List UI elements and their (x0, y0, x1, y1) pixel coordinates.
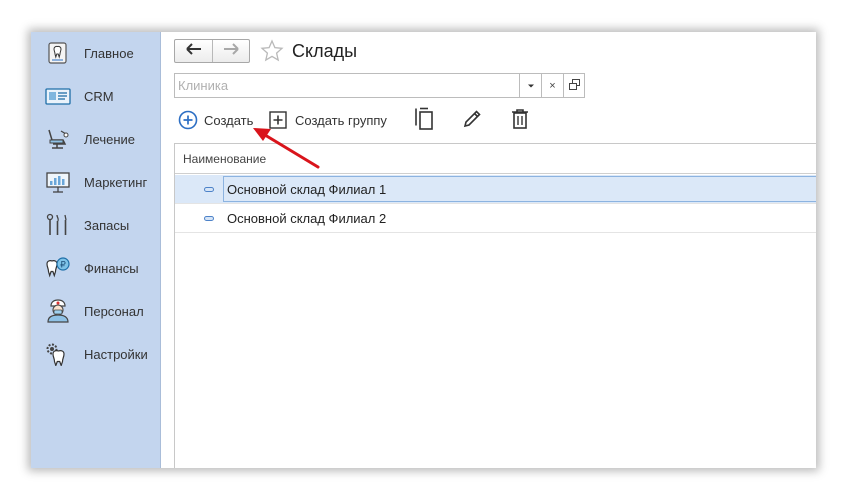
sidebar-item-stock[interactable]: Запасы (31, 208, 161, 242)
copy-button[interactable] (414, 107, 436, 134)
table-row[interactable]: Основной склад Филиал 2 (175, 204, 816, 233)
sidebar-item-label: Главное (84, 46, 134, 61)
create-group-button[interactable]: Создать группу (269, 108, 387, 132)
sidebar-item-finance[interactable]: ₽ Финансы (31, 251, 161, 285)
app-window: Главное CRM Лечение Маркетинг Запасы ₽ Ф… (31, 32, 816, 468)
arrow-left-icon (185, 42, 202, 60)
row-name: Основной склад Филиал 1 (227, 182, 387, 197)
create-button[interactable]: Создать (178, 108, 253, 132)
copy-icon (414, 107, 436, 134)
table-header: Наименование (175, 144, 816, 174)
tooth-gear-icon (45, 342, 71, 368)
page-title: Склады (292, 41, 358, 61)
sidebar-item-settings[interactable]: Настройки (31, 337, 161, 371)
sidebar: Главное CRM Лечение Маркетинг Запасы ₽ Ф… (31, 32, 161, 468)
chevron-down-icon (527, 80, 535, 92)
forward-button[interactable] (212, 40, 249, 62)
clinic-filter-field: × (174, 73, 585, 98)
create-label: Создать (204, 112, 254, 128)
sidebar-item-staff[interactable]: Персонал (31, 294, 161, 328)
clear-button[interactable]: × (541, 74, 563, 97)
item-icon (204, 216, 214, 221)
close-icon: × (549, 79, 556, 92)
clinic-input[interactable] (176, 75, 518, 96)
id-card-icon (45, 84, 71, 108)
pencil-icon (461, 108, 483, 133)
sidebar-item-label: Лечение (84, 132, 136, 147)
table-row[interactable]: Основной склад Филиал 1 (175, 175, 816, 204)
delete-button[interactable] (510, 108, 530, 132)
item-icon (204, 187, 214, 192)
column-header-name[interactable]: Наименование (183, 152, 266, 166)
sidebar-item-label: CRM (84, 89, 114, 104)
sidebar-item-label: Настройки (84, 347, 148, 362)
sidebar-item-label: Финансы (84, 261, 139, 276)
sidebar-item-label: Маркетинг (84, 175, 148, 190)
plus-square-icon (269, 111, 287, 129)
back-button[interactable] (175, 40, 212, 62)
sidebar-item-label: Персонал (84, 304, 144, 319)
star-outline-icon[interactable] (260, 39, 284, 68)
presentation-board-icon (45, 170, 71, 194)
open-button[interactable] (563, 74, 585, 97)
sidebar-item-treatment[interactable]: Лечение (31, 122, 161, 156)
plus-circle-icon (178, 110, 198, 130)
edit-button[interactable] (461, 108, 483, 132)
dropdown-button[interactable] (519, 74, 541, 97)
row-name: Основной склад Филиал 2 (227, 211, 387, 226)
tooth-ruble-icon: ₽ (45, 256, 71, 280)
tooth-badge-icon (45, 41, 71, 65)
history-navigation (174, 39, 250, 63)
sidebar-item-crm[interactable]: CRM (31, 79, 161, 113)
trash-icon (510, 108, 530, 133)
sidebar-item-label: Запасы (84, 218, 130, 233)
sidebar-item-marketing[interactable]: Маркетинг (31, 165, 161, 199)
warehouses-table: Наименование Основной склад Филиал 1 Осн… (174, 143, 816, 468)
doctor-icon (45, 299, 71, 323)
arrow-right-icon (223, 42, 239, 60)
create-group-label: Создать группу (295, 112, 387, 128)
main-content: Склады × Создать (162, 32, 816, 468)
svg-text:₽: ₽ (60, 261, 66, 271)
open-in-window-icon (569, 78, 580, 93)
dental-tools-icon (45, 213, 71, 237)
dental-chair-icon (45, 127, 71, 151)
sidebar-item-main[interactable]: Главное (31, 36, 161, 70)
